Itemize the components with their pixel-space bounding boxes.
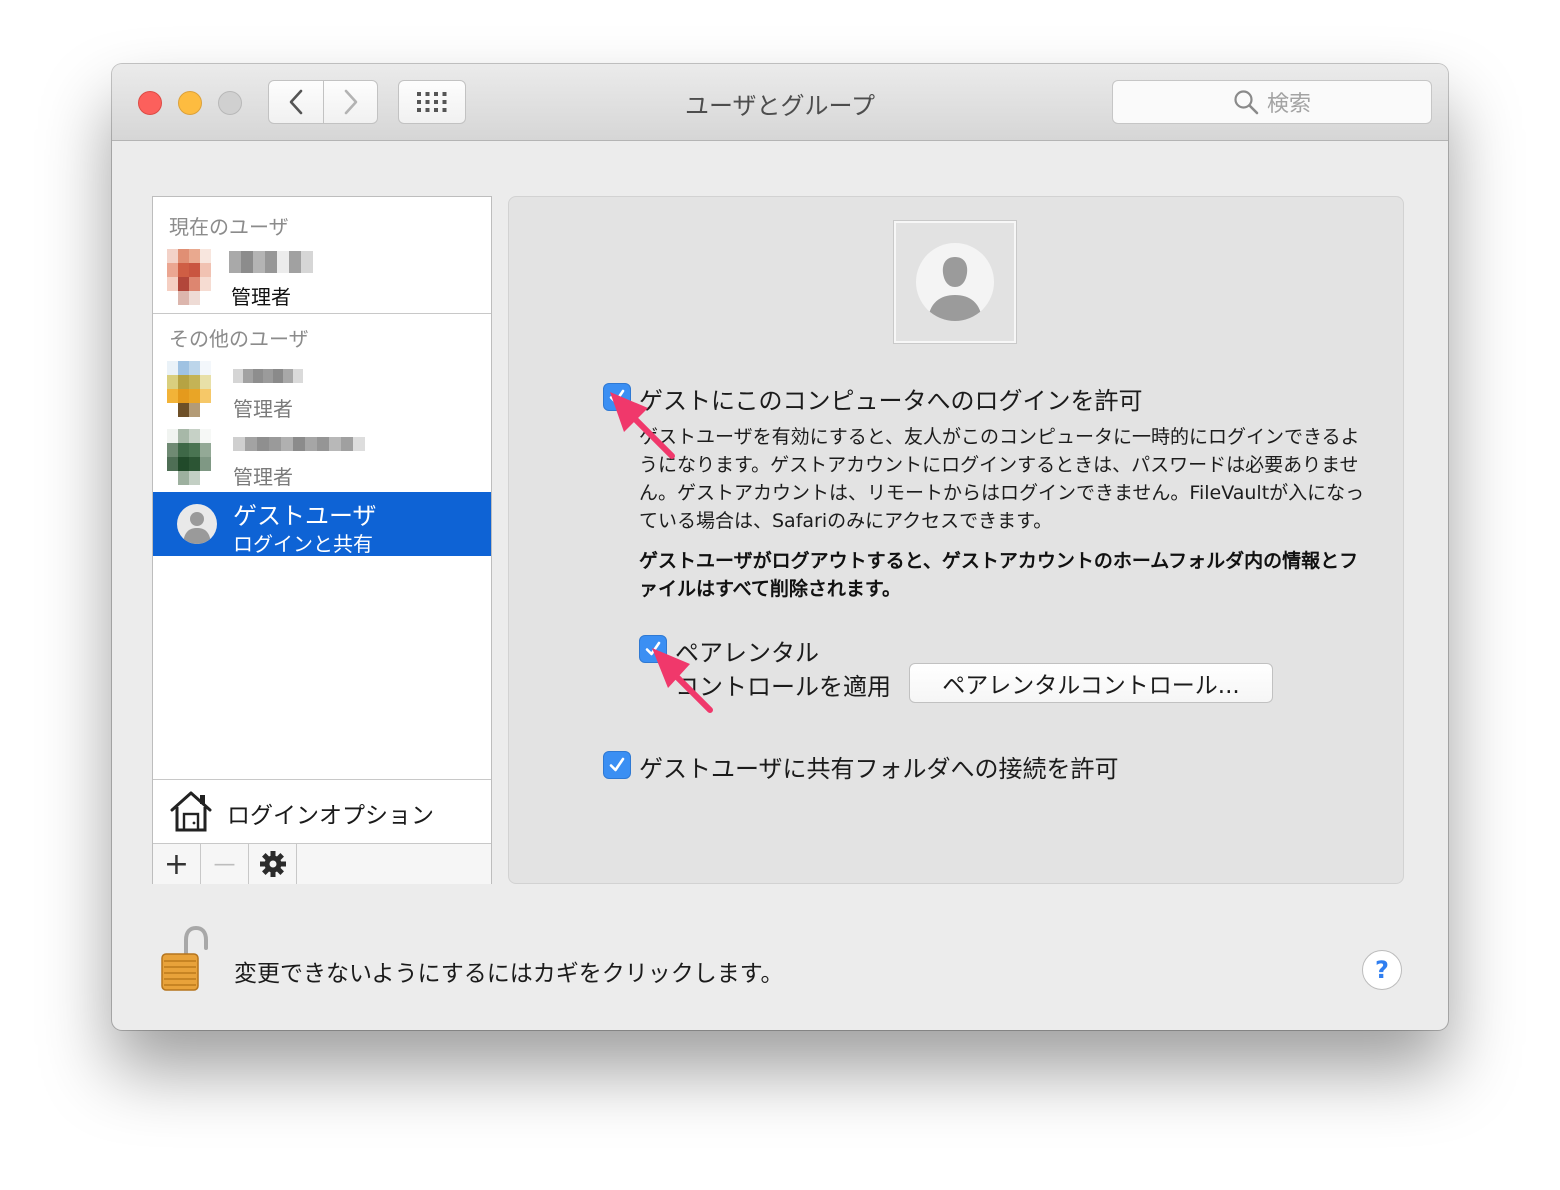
person-silhouette-icon [928,257,982,321]
parental-controls-button[interactable]: ペアレンタルコントロール... [909,663,1273,703]
user-item-other-1[interactable]: 管理者 [153,357,491,421]
shared-folders-label: ゲストユーザに共有フォルダへの接続を許可 [639,755,1119,783]
user-name-redacted [233,369,303,383]
user-avatar [167,429,211,485]
remove-user-button[interactable]: — [201,844,249,884]
login-options-item[interactable]: ログインオプション [153,779,491,842]
padlock-icon[interactable] [160,926,208,992]
divider [153,313,491,314]
users-sidebar: 現在のユーザ 管理者 その他のユーザ 管理者 管理者 ゲストユーザ ログインと共… [152,196,492,884]
shared-folders-checkbox[interactable] [603,751,631,779]
other-users-header: その他のユーザ [169,327,309,351]
allow-guest-login-checkbox[interactable] [603,383,631,411]
guest-user-name: ゲストユーザ [233,502,377,530]
system-preferences-window: ユーザとグループ 検索 現在のユーザ 管理者 その他のユーザ 管理者 管理者 ゲ… [112,64,1448,1030]
login-options-label: ログインオプション [227,803,434,829]
gear-icon [259,851,286,877]
guest-warning: ゲストユーザがログアウトすると、ゲストアカウントのホームフォルダ内の情報とファイ… [639,550,1359,600]
user-avatar [167,361,211,417]
checkmark-icon [609,757,625,772]
user-avatar [167,249,211,305]
allow-guest-login-label: ゲストにこのコンピュータへのログインを許可 [639,387,1143,415]
user-name-redacted [233,437,365,451]
lock-message: 変更できないようにするにはカギをクリックします。 [234,961,784,987]
parental-controls-label-line1: ペアレンタル [675,639,819,667]
action-menu-button[interactable] [249,844,297,884]
search-icon [1234,90,1259,115]
sidebar-toolbar: + — [153,843,491,884]
add-user-button[interactable]: + [153,844,201,884]
user-item-guest[interactable]: ゲストユーザ ログインと共有 [153,492,491,556]
person-silhouette-icon [183,512,211,544]
parental-controls-label-line2: コントロールを適用 [675,673,891,701]
search-field[interactable]: 検索 [1112,80,1432,124]
search-placeholder: 検索 [1266,92,1311,117]
house-icon [170,791,212,832]
user-item-current[interactable]: 管理者 [153,245,491,309]
checkmark-icon [645,641,661,656]
guest-picture[interactable] [894,221,1016,343]
guest-description: ゲストユーザを有効にすると、友人がこのコンピュータに一時的にログインできるように… [639,426,1365,532]
title-bar: ユーザとグループ 検索 [112,64,1448,141]
parental-controls-checkbox[interactable] [639,635,667,663]
help-button[interactable]: ? [1362,950,1402,990]
current-users-header: 現在のユーザ [169,215,289,239]
user-role: 管理者 [231,285,291,309]
user-role: 管理者 [233,465,293,489]
guest-user-role: ログインと共有 [233,532,373,556]
user-item-other-2[interactable]: 管理者 [153,425,491,489]
guest-avatar [177,504,217,544]
guest-picture-circle [916,243,994,321]
guest-settings-panel: ゲストにこのコンピュータへのログインを許可 ゲストユーザを有効にすると、友人がこ… [508,196,1404,884]
checkmark-icon [609,389,625,404]
user-role: 管理者 [233,397,293,421]
user-name-redacted [229,251,313,273]
